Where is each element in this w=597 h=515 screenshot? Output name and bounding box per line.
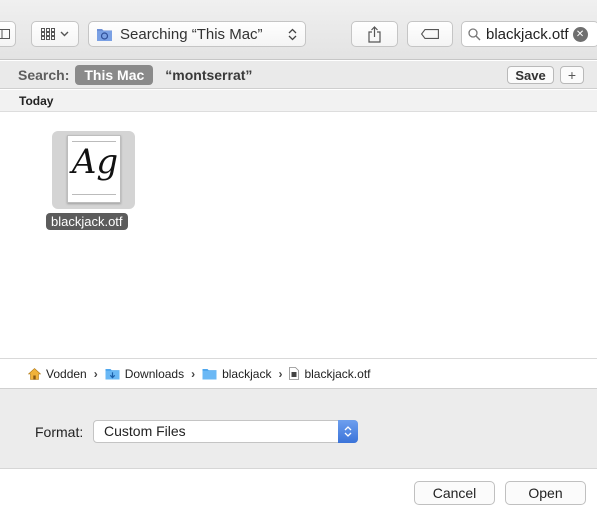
downloads-folder-icon <box>105 368 120 379</box>
location-label: Searching “This Mac” <box>120 25 263 43</box>
format-select[interactable]: Custom Files <box>93 420 358 443</box>
path-item-label: Downloads <box>124 366 185 381</box>
path-bar: Vodden › Downloads › blackjack › blackja… <box>0 358 597 388</box>
dialog-button-bar: Cancel Open <box>0 468 597 515</box>
home-icon <box>28 367 41 380</box>
font-file-icon: Ag <box>67 135 121 203</box>
format-label: Format: <box>35 424 84 440</box>
folder-icon <box>202 368 217 379</box>
tag-icon <box>421 29 439 39</box>
view-options-button[interactable] <box>31 21 79 47</box>
format-value: Custom Files <box>104 423 186 439</box>
tag-button[interactable] <box>407 21 453 47</box>
updown-chevron-icon <box>338 420 358 443</box>
chevron-down-icon <box>60 31 69 37</box>
search-icon <box>468 27 481 40</box>
search-scope-label: Search: <box>18 66 70 83</box>
file-item[interactable]: Ag blackjack.otf <box>46 131 140 231</box>
scope-montserrat[interactable]: “montserrat” <box>165 67 252 83</box>
sidebar-icon <box>0 29 10 39</box>
path-item-label: blackjack.otf <box>304 366 371 381</box>
path-separator-icon: › <box>93 366 98 381</box>
toolbar: Searching “This Mac” blackjack.otf ✕ <box>0 0 597 60</box>
share-button[interactable] <box>351 21 398 47</box>
path-item-file[interactable]: blackjack.otf <box>289 367 370 381</box>
search-scope-bar: Search: This Mac “montserrat” Save + <box>0 61 597 89</box>
path-item-label: Vodden <box>46 366 87 381</box>
results-area: Ag blackjack.otf <box>0 113 597 358</box>
font-preview-glyph: Ag <box>71 142 119 182</box>
path-separator-icon: › <box>278 366 283 381</box>
grid-icon <box>41 28 55 40</box>
search-field[interactable]: blackjack.otf ✕ <box>461 21 597 47</box>
section-header-today: Today <box>0 90 597 112</box>
scope-this-mac[interactable]: This Mac <box>75 64 154 85</box>
doc-rule-line <box>72 194 116 195</box>
options-area: Format: Custom Files <box>0 388 597 468</box>
cancel-button[interactable]: Cancel <box>414 481 495 505</box>
path-item-blackjack[interactable]: blackjack <box>202 367 271 381</box>
selection-highlight: Ag <box>52 131 135 209</box>
path-item-home[interactable]: Vodden <box>28 367 87 381</box>
file-icon <box>289 367 300 380</box>
add-criteria-button[interactable]: + <box>560 66 584 84</box>
search-input[interactable]: blackjack.otf <box>486 26 569 43</box>
path-separator-icon: › <box>191 366 196 381</box>
share-icon <box>368 25 381 43</box>
path-item-downloads[interactable]: Downloads <box>105 367 184 381</box>
open-button[interactable]: Open <box>505 481 586 505</box>
updown-chevron-icon <box>288 28 297 41</box>
sidebar-toggle-button[interactable] <box>0 21 16 47</box>
save-search-button[interactable]: Save <box>507 66 554 84</box>
file-name-label: blackjack.otf <box>46 213 128 230</box>
clear-search-icon[interactable]: ✕ <box>572 26 588 42</box>
path-item-label: blackjack <box>222 366 272 381</box>
search-folder-icon <box>97 28 112 41</box>
location-popup[interactable]: Searching “This Mac” <box>88 21 306 47</box>
